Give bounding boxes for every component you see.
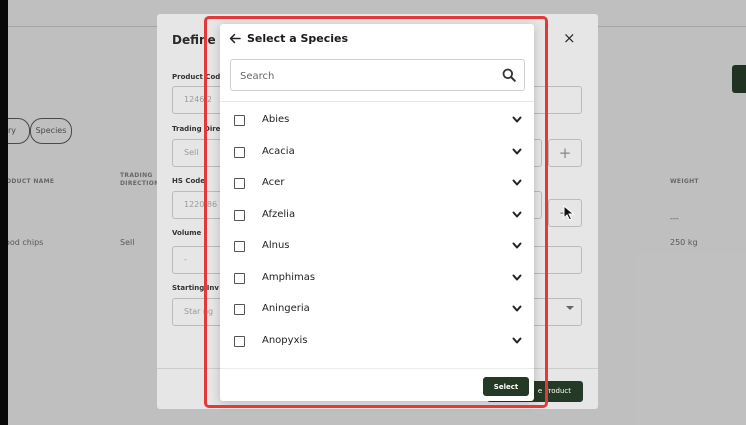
chevron-down-icon[interactable] (512, 116, 522, 124)
species-list: Abies Acacia Acer Afzelia Alnus Amphimas… (220, 106, 534, 358)
close-icon[interactable]: × (563, 29, 576, 47)
species-name: Abies (262, 114, 290, 125)
checkbox[interactable] (234, 146, 245, 158)
product-code-label: Product Cod (172, 73, 221, 81)
species-name: Anopyxis (262, 334, 308, 346)
checkbox[interactable] (234, 209, 245, 221)
volume-label: Volume (172, 229, 202, 237)
species-name: Afzelia (262, 208, 296, 220)
chevron-down-icon[interactable] (512, 305, 522, 313)
starting-inventory-label: Starting Inv (172, 284, 219, 292)
plus-icon[interactable]: + (548, 139, 582, 167)
chevron-down-icon[interactable] (512, 179, 522, 187)
species-name: Acer (262, 177, 285, 188)
dropdown-caret-icon (566, 306, 574, 310)
select-species-title: Select a Species (247, 32, 349, 45)
species-item-alnus[interactable]: Alnus (220, 232, 534, 264)
species-item-aningeria[interactable]: Aningeria (220, 295, 534, 327)
search-icon[interactable] (502, 68, 516, 82)
search-input[interactable] (231, 60, 492, 92)
chevron-down-icon[interactable] (512, 337, 522, 345)
chevron-down-icon[interactable] (512, 211, 522, 219)
hs-code-label: HS Code (172, 177, 206, 185)
species-item-anopyxis[interactable]: Anopyxis (220, 327, 534, 359)
species-name: Alnus (262, 240, 290, 251)
species-item-abies[interactable]: Abies (220, 106, 534, 138)
species-modal-footer-divider (220, 368, 534, 369)
species-item-acacia[interactable]: Acacia (220, 138, 534, 170)
search-divider (220, 101, 534, 102)
species-item-acer[interactable]: Acer (220, 169, 534, 201)
chevron-down-icon[interactable] (512, 274, 522, 282)
chevron-down-icon[interactable] (512, 242, 522, 250)
species-name: Amphimas (262, 271, 316, 283)
species-name: Acacia (262, 145, 295, 157)
species-name: Aningeria (262, 303, 310, 314)
checkbox[interactable] (234, 178, 245, 189)
select-button[interactable]: Select (483, 377, 529, 396)
checkbox[interactable] (234, 335, 245, 347)
checkbox[interactable] (234, 115, 245, 126)
checkbox[interactable] (234, 272, 245, 284)
chevron-down-icon[interactable] (512, 148, 522, 156)
species-item-afzelia[interactable]: Afzelia (220, 201, 534, 233)
cursor-icon (563, 205, 575, 221)
trading-direction-label: Trading Dire (172, 125, 221, 133)
species-item-amphimas[interactable]: Amphimas (220, 264, 534, 296)
checkbox[interactable] (234, 304, 245, 315)
back-arrow-icon[interactable] (229, 33, 241, 44)
checkbox[interactable] (234, 241, 245, 252)
search-box (230, 59, 525, 92)
